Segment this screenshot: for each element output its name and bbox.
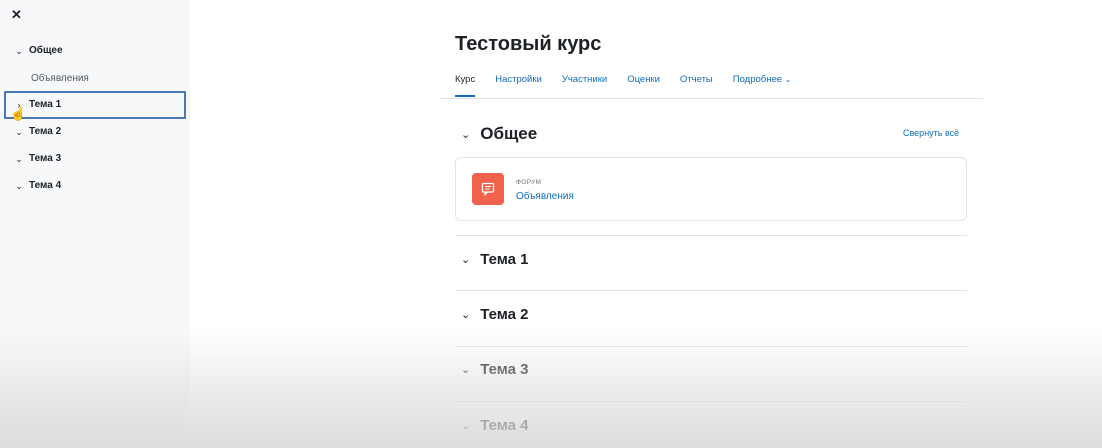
section-title: Тема 4 [480,417,529,434]
tabs-divider [440,98,983,99]
section-topic-3-header[interactable]: ⌄ Тема 3 [461,361,529,378]
tab-participants[interactable]: Участники [562,74,607,97]
course-index-section-topic-3[interactable]: ⌄ Тема 3 [14,153,61,165]
section-topic-1-header[interactable]: ⌄ Тема 1 [461,251,529,268]
course-index-section-topic-2[interactable]: ⌄ Тема 2 [14,126,61,138]
section-divider [455,346,967,347]
tab-course[interactable]: Курс [455,74,476,97]
activity-name-link[interactable]: Объявления [516,191,574,202]
course-index-section-general[interactable]: ⌄ Общее [14,45,63,57]
forum-icon[interactable] [472,173,504,205]
tab-settings[interactable]: Настройки [495,74,542,97]
chevron-down-icon[interactable]: ⌄ [14,45,24,57]
course-index-section-label: Общее [29,45,63,56]
section-divider [455,235,967,236]
section-divider [455,290,967,291]
chevron-down-icon[interactable]: ⌄ [14,126,24,138]
course-index-section-label: Тема 1 [29,99,62,110]
section-title: Общее [480,124,538,143]
chevron-down-icon[interactable]: ⌄ [461,363,470,376]
secondary-navigation: Курс Настройки Участники Оценки Отчеты П… [455,74,811,97]
chevron-down-icon[interactable]: ⌄ [14,180,24,192]
tab-more-label: Подробнее [732,74,783,85]
chevron-down-icon[interactable]: ⌄ [461,308,470,321]
close-icon[interactable]: ✕ [11,8,22,22]
course-index-section-label: Тема 3 [29,153,62,164]
chevron-down-icon[interactable]: ⌄ [461,419,470,432]
activity-type-label: ФОРУМ [516,179,542,186]
course-index-section-topic-4[interactable]: ⌄ Тема 4 [14,180,61,192]
hand-cursor-icon: ☝ [10,106,27,121]
section-topic-2-header[interactable]: ⌄ Тема 2 [461,306,529,323]
section-title: Тема 2 [480,306,529,323]
chevron-down-icon: ⌄ [784,75,792,84]
course-index-section-label: Тема 2 [29,126,62,137]
section-title: Тема 1 [480,251,529,268]
chevron-down-icon[interactable]: ⌄ [461,253,470,266]
course-index-drawer: ✕ ⌄ Общее Объявления › Тема 1 ☝ ⌄ Тема 2… [0,0,190,448]
page-title: Тестовый курс [455,33,602,55]
course-index-section-label: Тема 4 [29,180,62,191]
course-index-activity-announcements[interactable]: Объявления [31,73,89,85]
collapse-all-link[interactable]: Свернуть всё [903,128,959,138]
activity-card-forum: ФОРУМ Объявления [455,157,967,221]
section-title: Тема 3 [480,361,529,378]
tab-more[interactable]: Подробнее ⌄ [733,74,792,97]
tab-reports[interactable]: Отчеты [680,74,713,97]
section-general-header[interactable]: ⌄ Общее [461,124,537,144]
chevron-down-icon[interactable]: ⌄ [14,153,24,165]
section-divider [455,401,967,402]
section-topic-4-header[interactable]: ⌄ Тема 4 [461,417,529,434]
tab-grades[interactable]: Оценки [627,74,660,97]
chevron-down-icon[interactable]: ⌄ [461,128,470,141]
